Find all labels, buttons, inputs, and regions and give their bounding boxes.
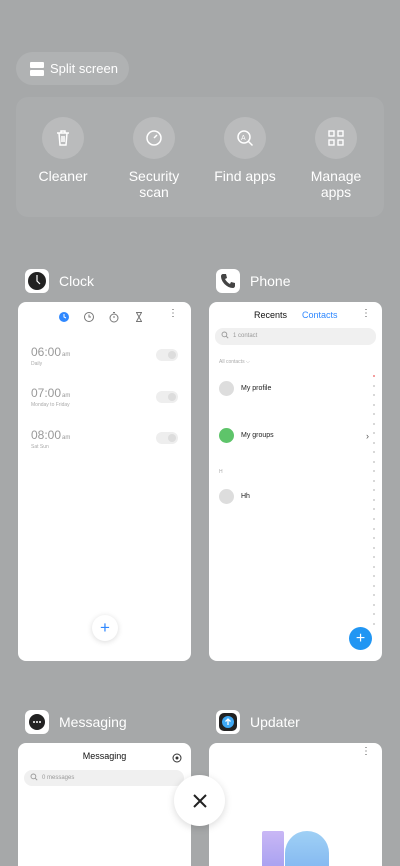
my-profile-label: My profile — [241, 385, 272, 392]
phone-app-header[interactable]: Phone — [216, 269, 290, 293]
security-scan-label: Security scan — [128, 168, 180, 200]
manage-apps-button[interactable]: Manage apps — [291, 117, 381, 200]
search-icon — [221, 328, 229, 345]
search-app-icon: A — [224, 117, 266, 159]
messaging-app-card[interactable]: Messaging 0 messages — [18, 743, 191, 866]
all-contacts-filter[interactable]: All contacts ⌵ — [219, 359, 250, 365]
alarm-item[interactable]: 06:00am Daily — [31, 345, 70, 367]
updater-app-header[interactable]: Updater — [216, 710, 300, 734]
messages-search-input[interactable]: 0 messages — [24, 770, 184, 786]
updater-app-name: Updater — [250, 714, 300, 730]
alarm-toggle[interactable] — [156, 349, 178, 361]
quick-actions-panel: Cleaner Security scan A Find apps Manage… — [16, 97, 384, 217]
clock-icon — [25, 269, 49, 293]
all-contacts-label: All contacts — [219, 359, 245, 365]
alarm-repeat: Monday to Friday — [31, 402, 70, 408]
messaging-title: Messaging — [82, 751, 127, 761]
my-groups-label: My groups — [241, 432, 274, 439]
alarm-time: 06:00 — [31, 345, 62, 359]
alarm-toggle[interactable] — [156, 391, 178, 403]
alarm-item[interactable]: 07:00am Monday to Friday — [31, 386, 70, 408]
alarm-toggle[interactable] — [156, 432, 178, 444]
clock-tabs — [58, 310, 158, 323]
chevron-right-icon: › — [366, 430, 369, 441]
contact-name: Hh — [241, 493, 250, 500]
close-all-button[interactable] — [174, 775, 225, 826]
updater-icon — [216, 710, 240, 734]
alarm-time: 07:00 — [31, 386, 62, 400]
add-alarm-button[interactable]: + — [92, 615, 118, 641]
speedometer-icon — [133, 117, 175, 159]
grid-icon — [315, 117, 357, 159]
world-clock-tab-icon[interactable] — [83, 310, 95, 322]
more-options-icon[interactable]: ⋮ — [168, 308, 178, 319]
miui-logo-graphic — [285, 831, 329, 866]
messages-search-placeholder: 0 messages — [42, 775, 75, 781]
stopwatch-tab-icon[interactable] — [108, 310, 120, 323]
trash-icon — [42, 117, 84, 159]
phone-app-name: Phone — [250, 273, 291, 289]
add-contact-button[interactable]: + — [349, 627, 372, 650]
contact-row[interactable]: Hh — [219, 489, 250, 504]
manage-apps-label: Manage apps — [310, 168, 362, 200]
updater-app-card[interactable]: ⋮ — [209, 743, 382, 866]
tab-contacts[interactable]: Contacts — [302, 310, 338, 320]
group-icon — [219, 428, 234, 443]
timer-tab-icon[interactable] — [133, 310, 145, 322]
my-groups-row[interactable]: My groups › — [219, 428, 369, 443]
find-apps-button[interactable]: A Find apps — [200, 117, 290, 184]
avatar — [219, 381, 234, 396]
alarm-repeat: Sat Sun — [31, 444, 49, 450]
contacts-search-placeholder: 1 contact — [233, 333, 258, 339]
split-screen-label: Split screen — [50, 61, 118, 76]
alphabet-index[interactable] — [373, 375, 377, 625]
chevron-down-icon: ⌵ — [245, 359, 250, 365]
find-apps-label: Find apps — [214, 168, 276, 184]
search-icon — [30, 770, 38, 786]
alarm-ampm: am — [62, 393, 71, 399]
security-scan-button[interactable]: Security scan — [109, 117, 199, 200]
clock-app-header[interactable]: Clock — [25, 269, 94, 293]
clock-app-card[interactable]: ⋮ 06:00am Daily 07:00am Monday to Friday… — [18, 302, 191, 661]
section-header: H — [219, 469, 223, 475]
split-screen-button[interactable]: Split screen — [16, 52, 129, 85]
clock-app-name: Clock — [59, 273, 95, 289]
alarm-ampm: am — [62, 435, 71, 441]
alarm-tab-icon[interactable] — [58, 310, 70, 322]
miui-logo-graphic — [262, 831, 284, 866]
alarm-time: 08:00 — [31, 428, 62, 442]
avatar — [219, 489, 234, 504]
more-options-icon[interactable]: ⋮ — [361, 308, 371, 319]
messaging-app-header[interactable]: Messaging — [25, 710, 127, 734]
cleaner-button[interactable]: Cleaner — [18, 117, 108, 184]
settings-icon[interactable] — [172, 750, 182, 768]
phone-app-card[interactable]: Recents Contacts ⋮ 1 contact All contact… — [209, 302, 382, 661]
messaging-icon — [25, 710, 49, 734]
alarm-ampm: am — [62, 352, 71, 358]
messaging-app-name: Messaging — [59, 714, 127, 730]
tab-recents[interactable]: Recents — [254, 310, 287, 320]
more-options-icon[interactable]: ⋮ — [361, 746, 371, 757]
split-screen-icon — [30, 61, 44, 76]
alarm-repeat: Daily — [31, 361, 43, 367]
phone-icon — [216, 269, 240, 293]
svg-text:A: A — [241, 135, 246, 142]
my-profile-row[interactable]: My profile — [219, 381, 271, 396]
cleaner-label: Cleaner — [38, 168, 88, 184]
close-icon — [192, 793, 207, 808]
contacts-search-input[interactable]: 1 contact — [215, 328, 376, 345]
alarm-item[interactable]: 08:00am Sat Sun — [31, 428, 70, 450]
